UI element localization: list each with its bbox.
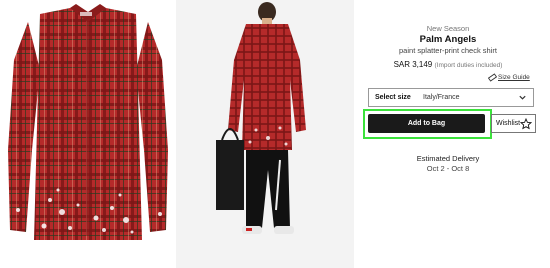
size-guide-link[interactable]: Size Guide [498, 74, 530, 81]
size-select-value: Italy/France [423, 94, 460, 101]
delivery-dates: Oct 2 - Oct 8 [426, 164, 470, 173]
add-to-bag-button[interactable]: Add to Bag [368, 114, 485, 133]
plaid-shirt-illustration [8, 4, 168, 240]
star-icon [520, 118, 532, 130]
product-model-image[interactable] [176, 0, 354, 268]
product-info-panel: New Season Palm Angels paint splatter-pr… [360, 0, 550, 268]
delivery-title: Estimated Delivery [416, 154, 480, 163]
model-illustration [216, 2, 306, 234]
price: SAR 3,149 (Import duties included) [360, 60, 536, 69]
size-select-label: Select size [375, 94, 411, 101]
wishlist-label: Wishlist [496, 120, 521, 127]
wishlist-button[interactable]: Wishlist [491, 114, 536, 133]
duties-note: (Import duties included) [434, 62, 503, 69]
product-flat-image[interactable] [0, 0, 176, 268]
ruler-icon [488, 73, 497, 82]
price-value: SAR 3,149 [393, 60, 433, 69]
season-label: New Season [426, 24, 470, 33]
brand-name[interactable]: Palm Angels [360, 34, 536, 45]
chevron-down-icon [519, 95, 526, 100]
size-select[interactable]: Select size Italy/France [368, 88, 534, 107]
product-description: paint splatter-print check shirt [399, 46, 497, 55]
